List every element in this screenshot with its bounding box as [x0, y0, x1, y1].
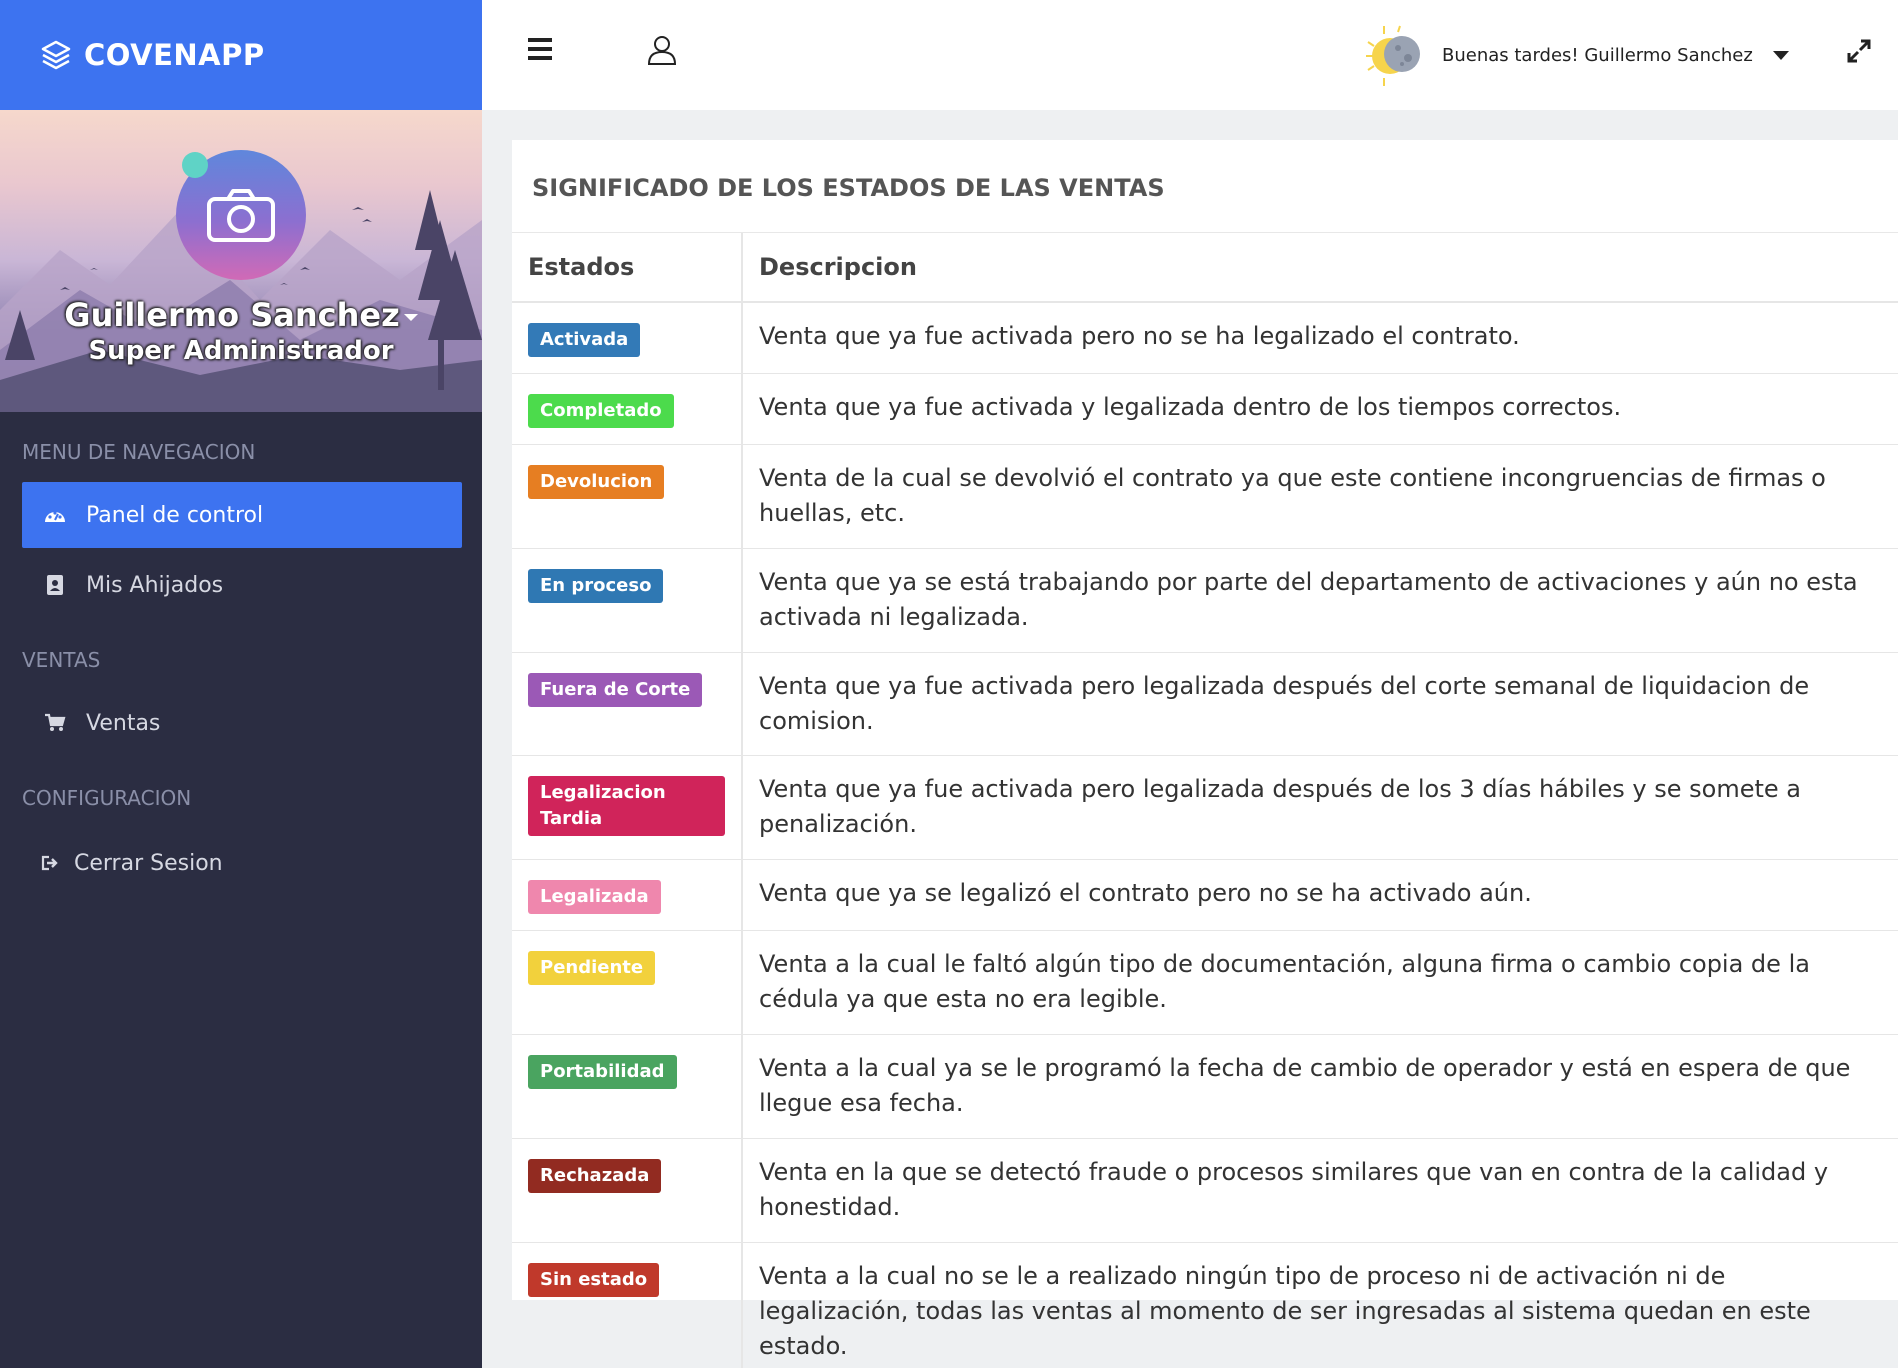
profile-name-dropdown[interactable]: Guillermo Sanchez: [0, 296, 482, 334]
status-badge: Pendiente: [528, 951, 656, 985]
table-row: Pendiente Venta a la cual le faltó algún…: [512, 930, 1898, 1035]
state-description: Venta de la cual se devolvió el contrato…: [742, 444, 1898, 549]
table-row: Completado Venta que ya fue activada y l…: [512, 373, 1898, 445]
state-description: Venta en la que se detectó fraude o proc…: [742, 1138, 1898, 1243]
sign-out-icon: [40, 852, 62, 874]
layers-icon: [41, 40, 71, 70]
column-header-estados: Estados: [512, 233, 743, 303]
table-row: Fuera de Corte Venta que ya fue activada…: [512, 652, 1898, 756]
state-description: Venta que ya fue activada pero legalizad…: [742, 652, 1898, 756]
topbar: Buenas tardes! Guillermo Sanchez: [482, 0, 1898, 110]
table-row: Legalizada Venta que ya se legalizó el c…: [512, 859, 1898, 931]
profile-name: Guillermo Sanchez: [64, 296, 400, 334]
status-badge: Legalizada: [528, 880, 661, 914]
status-badge: Completado: [528, 394, 674, 428]
state-description: Venta que ya fue activada pero legalizad…: [742, 755, 1898, 860]
sidebar-item-ventas[interactable]: Ventas: [22, 690, 462, 756]
status-badge: Rechazada: [528, 1159, 662, 1193]
caret-down-icon: [403, 313, 418, 321]
nav-header-configuracion: CONFIGURACION: [22, 786, 192, 810]
sidebar-item-label: Mis Ahijados: [86, 572, 224, 598]
greeting-text: Buenas tardes! Guillermo Sanchez: [1442, 44, 1753, 66]
status-badge: Activada: [528, 323, 641, 357]
status-badge: En proceso: [528, 569, 664, 603]
user-greeting-dropdown[interactable]: Buenas tardes! Guillermo Sanchez: [1362, 20, 1789, 90]
profile-role: Super Administrador: [88, 336, 394, 366]
sidebar-item-label: Panel de control: [86, 502, 264, 528]
status-badge: Devolucion: [528, 465, 665, 499]
camera-icon: [207, 189, 275, 242]
profile-panel: Guillermo Sanchez Super Administrador: [0, 110, 482, 412]
nav-header-ventas: VENTAS: [22, 648, 101, 672]
caret-down-icon: [1772, 50, 1789, 60]
sidebar-item-panel-de-control[interactable]: Panel de control: [22, 482, 462, 548]
status-badge: Fuera de Corte: [528, 673, 703, 707]
sidebar-item-cerrar-sesion[interactable]: Cerrar Sesion: [22, 830, 462, 896]
state-description: Venta que ya fue activada y legalizada d…: [742, 373, 1898, 445]
sidebar-item-label: Cerrar Sesion: [74, 850, 223, 876]
column-header-descripcion: Descripcion: [742, 233, 1898, 303]
state-description: Venta a la cual le faltó algún tipo de d…: [742, 930, 1898, 1035]
table-row: Sin estado Venta a la cual no se le a re…: [512, 1242, 1898, 1368]
sidebar-item-mis-ahijados[interactable]: Mis Ahijados: [22, 552, 462, 618]
brand-header[interactable]: COVENAPP: [0, 0, 482, 110]
sun-moon-icon: [1366, 25, 1420, 86]
state-description: Venta que ya fue activada pero no se ha …: [742, 301, 1898, 374]
table-row: Legalizacion Tardia Venta que ya fue act…: [512, 755, 1898, 860]
menu-icon[interactable]: [528, 38, 556, 64]
table-row: Portabilidad Venta a la cual ya se le pr…: [512, 1034, 1898, 1139]
user-icon[interactable]: [646, 34, 678, 66]
table-row: Rechazada Venta en la que se detectó fra…: [512, 1138, 1898, 1243]
brand-name: COVENAPP: [84, 38, 265, 72]
nav-header-navigation: MENU DE NAVEGACION: [22, 440, 256, 464]
table-row: Devolucion Venta de la cual se devolvió …: [512, 444, 1898, 549]
card-title: SIGNIFICADO DE LOS ESTADOS DE LAS VENTAS: [532, 174, 1165, 202]
state-description: Venta que ya se legalizó el contrato per…: [742, 859, 1898, 931]
state-description: Venta a la cual ya se le programó la fec…: [742, 1034, 1898, 1139]
table-row: En proceso Venta que ya se está trabajan…: [512, 548, 1898, 653]
status-badge: Legalizacion Tardia: [528, 776, 725, 836]
states-card: SIGNIFICADO DE LOS ESTADOS DE LAS VENTAS…: [512, 140, 1898, 1368]
state-description: Venta a la cual no se le a realizado nin…: [742, 1242, 1898, 1368]
online-status-dot: [182, 152, 208, 178]
expand-icon[interactable]: [1846, 38, 1872, 64]
state-description: Venta que ya se está trabajando por part…: [742, 548, 1898, 653]
cart-icon: [44, 712, 66, 734]
table-row: Activada Venta que ya fue activada pero …: [512, 301, 1898, 374]
states-table: Estados Descripcion Activada Venta que y…: [512, 233, 1898, 1368]
dashboard-icon: [44, 504, 66, 526]
sidebar-item-label: Ventas: [86, 710, 161, 736]
sidebar: COVENAPP Guillermo Sanchez Super Adminis…: [0, 0, 482, 1368]
address-book-icon: [44, 574, 66, 596]
status-badge: Portabilidad: [528, 1055, 677, 1089]
table-header-row: Estados Descripcion: [512, 233, 1898, 303]
status-badge: Sin estado: [528, 1263, 660, 1297]
